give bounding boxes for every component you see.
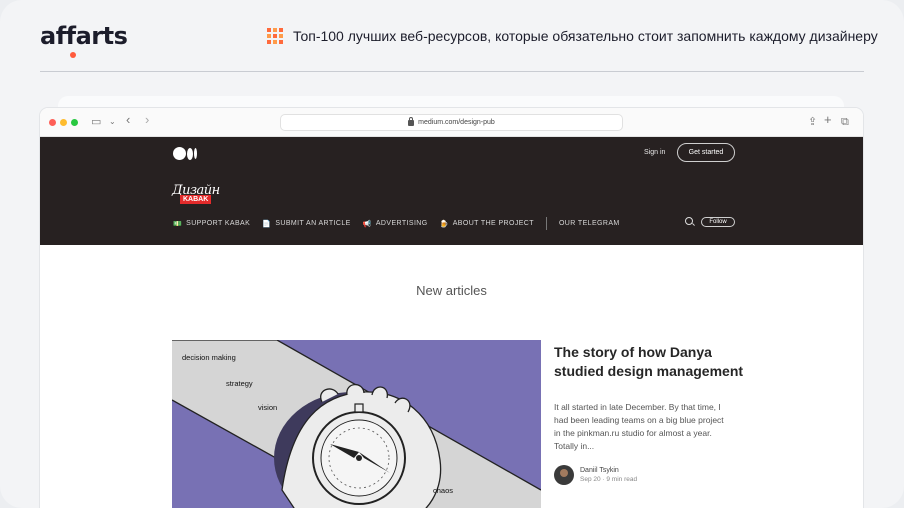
illustration-label-chaos: chaos: [433, 486, 454, 495]
article-meta: Sep 20 · 9 min read: [580, 476, 638, 483]
publication-logo[interactable]: Дизайн KABAK: [172, 183, 232, 209]
address-bar[interactable]: medium.com/design-pub: [280, 114, 623, 131]
medium-logo[interactable]: [173, 147, 197, 160]
close-window-button[interactable]: [49, 119, 56, 126]
medium-header: Sign in Get started Дизайн KABAK 💵 SUPPO…: [40, 137, 863, 245]
grid-icon: [267, 28, 283, 44]
sidebar-icon[interactable]: ▭: [91, 116, 101, 128]
nav-divider: [545, 217, 547, 230]
get-started-button[interactable]: Get started: [677, 143, 735, 162]
illustration-label-decision-making: decision making: [182, 353, 236, 362]
article-headline: Топ-100 лучших веб-ресурсов, которые обя…: [267, 28, 878, 44]
follow-button[interactable]: Follow: [701, 217, 735, 227]
nav-item-label: SUBMIT AN ARTICLE: [275, 220, 351, 227]
section-title: New articles: [416, 283, 487, 298]
browser-toolbar: ▭ ⌄ ‹ › medium.com/design-pub ⇪ + ⧉: [40, 108, 863, 137]
nav-item-about[interactable]: 🍺 ABOUT THE PROJECT: [440, 220, 534, 228]
author-name[interactable]: Daniil Tsykin: [580, 467, 637, 474]
nav-item-label: ADVERTISING: [375, 220, 428, 227]
nav-item-label: ABOUT THE PROJECT: [452, 220, 534, 227]
logo-text: affarts: [40, 22, 128, 50]
article-title[interactable]: The story of how Danya studied design ma…: [554, 343, 744, 381]
header-divider: [40, 71, 864, 72]
zoom-window-button[interactable]: [71, 119, 78, 126]
publication-logo-tag: KABAK: [180, 195, 212, 204]
sign-in-link[interactable]: Sign in: [644, 149, 665, 156]
page-card: affarts Топ-100 лучших веб-ресурсов, кот…: [0, 0, 904, 508]
back-icon[interactable]: ‹: [126, 113, 130, 126]
megaphone-icon: 📢: [362, 220, 372, 228]
nav-item-advertising[interactable]: 📢 ADVERTISING: [363, 220, 428, 228]
search-icon[interactable]: [685, 217, 693, 225]
nav-item-support[interactable]: 💵 SUPPORT KABAK: [173, 220, 250, 228]
url-text: medium.com/design-pub: [418, 119, 495, 126]
affarts-logo[interactable]: affarts: [40, 22, 128, 58]
browser-window: ▭ ⌄ ‹ › medium.com/design-pub ⇪ + ⧉ Sign…: [40, 108, 863, 508]
nav-item-label: OUR TELEGRAM: [558, 220, 620, 227]
logo-dot: [70, 52, 76, 58]
minimize-window-button[interactable]: [60, 119, 67, 126]
page-icon: 📄: [262, 220, 272, 228]
tabs-overview-icon[interactable]: ⧉: [841, 116, 849, 128]
share-icon[interactable]: ⇪: [808, 116, 817, 128]
nav-item-label: SUPPORT KABAK: [186, 220, 251, 227]
article-author: Daniil Tsykin Sep 20 · 9 min read: [554, 465, 637, 485]
beer-icon: 🍺: [439, 220, 449, 228]
nav-item-submit[interactable]: 📄 SUBMIT AN ARTICLE: [262, 220, 351, 228]
avatar[interactable]: [554, 465, 574, 485]
nav-item-telegram[interactable]: OUR TELEGRAM: [559, 220, 620, 227]
publication-nav: 💵 SUPPORT KABAK 📄 SUBMIT AN ARTICLE 📢 AD…: [173, 217, 632, 230]
banknote-icon: 💵: [173, 220, 183, 228]
article-excerpt[interactable]: It all started in late December. By that…: [554, 401, 726, 453]
chevron-down-icon[interactable]: ⌄: [109, 116, 116, 128]
illustration-label-strategy: strategy: [226, 379, 253, 388]
illustration-label-vision: vision: [258, 403, 278, 412]
headline-text: Топ-100 лучших веб-ресурсов, которые обя…: [293, 28, 878, 44]
new-tab-icon[interactable]: +: [824, 113, 832, 126]
forward-icon[interactable]: ›: [145, 113, 149, 126]
lock-icon: [408, 116, 415, 126]
article-illustration[interactable]: decision making strategy vision chaos: [172, 340, 541, 508]
